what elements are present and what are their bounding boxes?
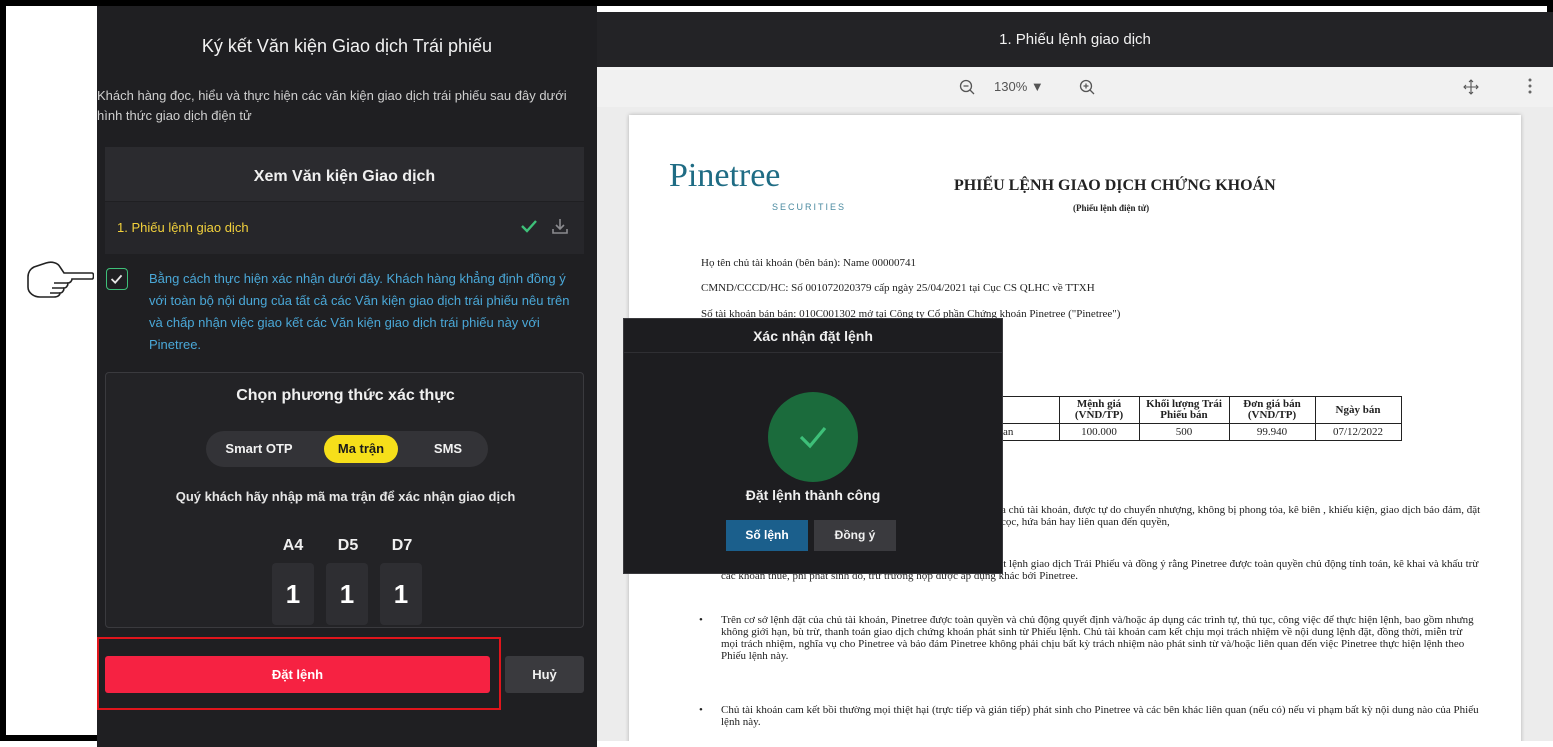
tab-matrix[interactable]: Ma trận xyxy=(324,435,398,463)
info-id-card: CMND/CCCD/HC: Số 001072020379 cấp ngày 2… xyxy=(701,282,1095,294)
zoom-out-icon[interactable] xyxy=(959,79,975,95)
paragraph: Chủ tài khoản cam kết bồi thường mọi thi… xyxy=(721,704,1479,728)
auth-method-title: Chọn phương thức xác thực xyxy=(236,387,455,404)
dialog-title: Xác nhận đặt lệnh xyxy=(624,319,1002,353)
table-header: Đơn giá bán (VND/TP) xyxy=(1228,396,1316,424)
paragraph: Trên cơ sở lệnh đặt của chủ tài khoản, P… xyxy=(721,614,1474,662)
matrix-input-1[interactable]: 1 xyxy=(272,563,314,625)
tab-sms[interactable]: SMS xyxy=(416,435,480,463)
agree-statement: Bằng cách thực hiện xác nhận dưới đây. K… xyxy=(149,271,570,352)
panel-title: Ký kết Văn kiện Giao dịch Trái phiếu xyxy=(201,36,493,56)
move-icon[interactable] xyxy=(1463,79,1479,95)
table-row: an 100.000 500 99.940 07/12/2022 xyxy=(999,423,1402,441)
document-item-label[interactable]: 1. Phiếu lệnh giao dịch xyxy=(117,220,249,235)
place-order-button[interactable]: Đặt lệnh xyxy=(105,656,490,693)
matrix-label-1: A4 xyxy=(282,537,304,554)
document-item[interactable]: 1. Phiếu lệnh giao dịch xyxy=(105,202,584,254)
order-confirm-dialog: Xác nhận đặt lệnh Đặt lệnh thành công Số… xyxy=(623,318,1003,574)
info-account-name: Họ tên chủ tài khoản (bên bán): Name 000… xyxy=(701,257,917,269)
matrix-input-2[interactable]: 1 xyxy=(326,563,368,625)
check-icon xyxy=(521,220,537,233)
pointing-hand-icon xyxy=(27,261,94,298)
table-cell: 07/12/2022 xyxy=(1314,423,1402,441)
view-documents-header: Xem Văn kiện Giao dịch xyxy=(105,147,584,201)
zoom-in-icon[interactable] xyxy=(1079,79,1095,95)
table-cell: an xyxy=(999,423,1060,441)
cancel-button[interactable]: Huỷ xyxy=(505,656,584,693)
success-check-icon xyxy=(799,426,827,449)
table-header-empty xyxy=(999,396,1060,424)
panel-description: Khách hàng đọc, hiểu và thực hiện các vă… xyxy=(97,88,567,123)
matrix-input-3[interactable]: 1 xyxy=(380,563,422,625)
document-subtitle: (Phiếu lệnh điện tử) xyxy=(1073,203,1150,213)
bullet-icon: • xyxy=(699,704,703,716)
table-header: Khối lượng Trái Phiếu bán xyxy=(1138,396,1230,424)
auth-method-tabs: Smart OTP Ma trận SMS xyxy=(206,431,488,467)
pinetree-logo: Pinetree xyxy=(669,157,781,194)
table-cell: 100.000 xyxy=(1058,423,1140,441)
more-vertical-icon[interactable] xyxy=(1522,77,1538,95)
paragraph: a chủ tài khoản, được tự do chuyển nhượn… xyxy=(1001,504,1481,528)
table-header: Mệnh giá (VND/TP) xyxy=(1058,396,1140,424)
bond-contract-panel: Ký kết Văn kiện Giao dịch Trái phiếu Khá… xyxy=(97,6,597,747)
bond-table: Mệnh giá (VND/TP) Khối lượng Trái Phiếu … xyxy=(999,396,1402,441)
success-message: Đặt lệnh thành công xyxy=(745,487,881,503)
table-header-row: Mệnh giá (VND/TP) Khối lượng Trái Phiếu … xyxy=(999,396,1402,424)
table-cell: 99.940 xyxy=(1228,423,1316,441)
checkbox-check-icon xyxy=(110,274,123,284)
matrix-label-3: D7 xyxy=(391,537,413,554)
download-icon[interactable] xyxy=(550,216,570,236)
order-number-button[interactable]: Số lệnh xyxy=(726,520,808,551)
agree-checkbox[interactable] xyxy=(106,268,128,290)
auth-method-section: Chọn phương thức xác thực Smart OTP Ma t… xyxy=(105,372,584,628)
bullet-icon: • xyxy=(699,614,703,626)
document-title: PHIẾU LỆNH GIAO DỊCH CHỨNG KHOÁN xyxy=(954,177,1276,194)
matrix-label-2: D5 xyxy=(337,537,359,554)
viewer-title: 1. Phiếu lệnh giao dịch xyxy=(597,12,1553,67)
auth-hint: Quý khách hãy nhập mã ma trận để xác nhậ… xyxy=(175,489,516,504)
screen-frame: Ký kết Văn kiện Giao dịch Trái phiếu Khá… xyxy=(0,0,1553,747)
table-cell: 500 xyxy=(1138,423,1230,441)
tab-smart-otp[interactable]: Smart OTP xyxy=(216,435,302,463)
table-header: Ngày bán xyxy=(1314,396,1402,424)
pdf-toolbar: 130% ▼ xyxy=(597,67,1553,107)
zoom-level-select[interactable]: 130% ▼ xyxy=(994,79,1044,94)
agree-button[interactable]: Đồng ý xyxy=(814,520,896,551)
success-badge xyxy=(768,392,858,482)
logo-subtitle: SECURITIES xyxy=(772,202,847,212)
